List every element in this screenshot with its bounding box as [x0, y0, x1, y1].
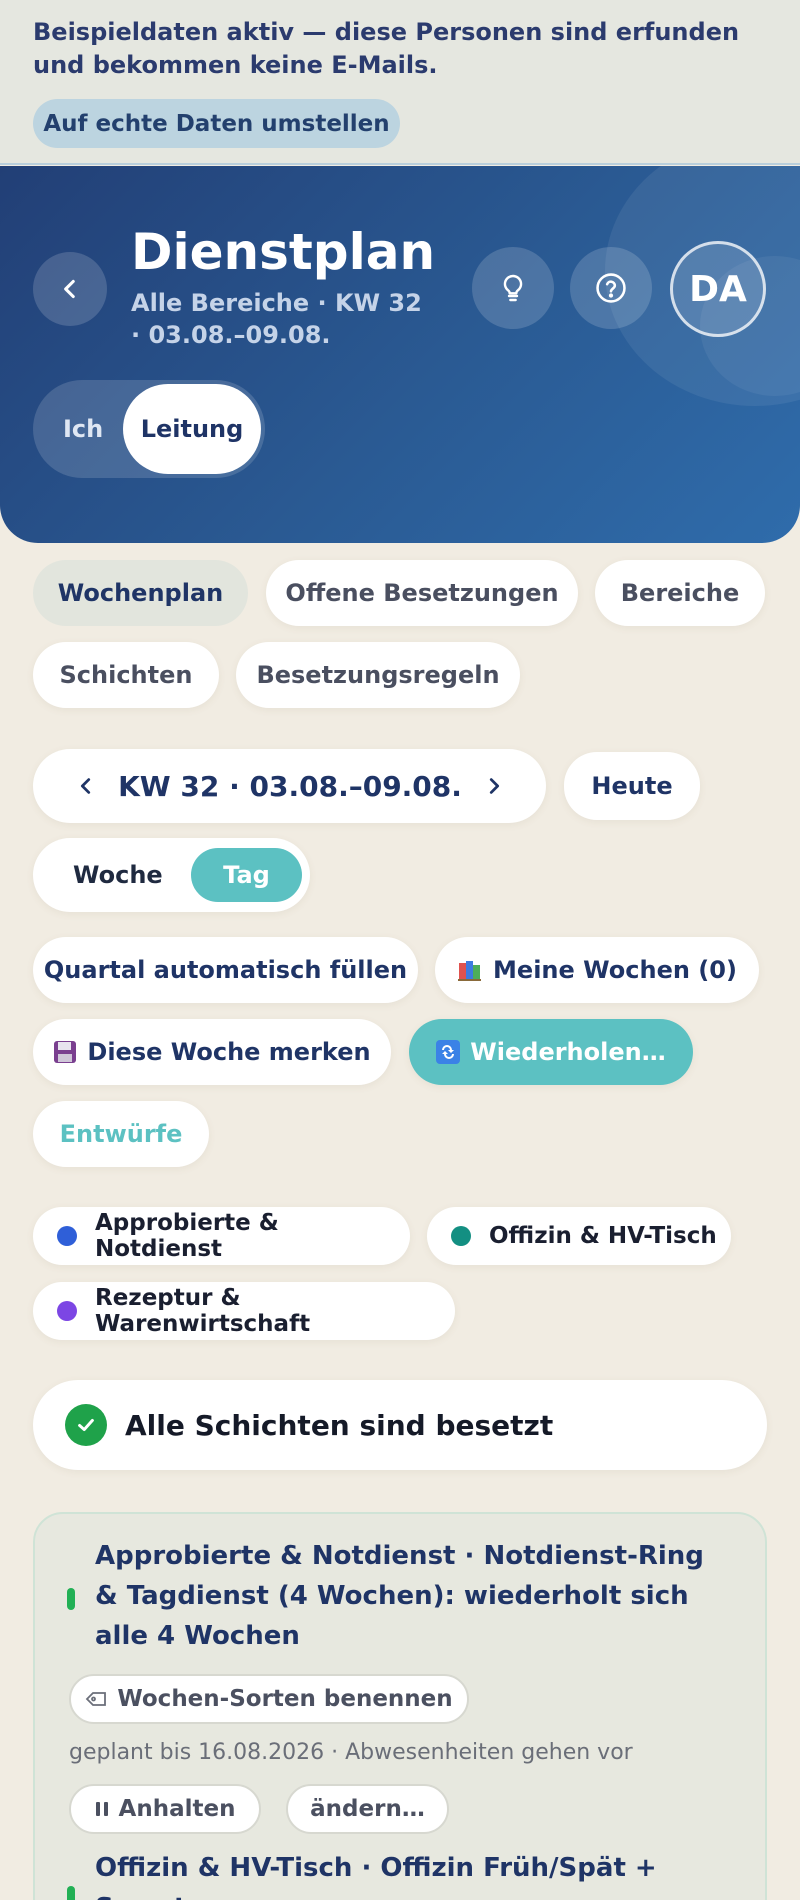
- repeat-icon: [436, 1040, 461, 1064]
- staffing-status-text: Alle Schichten sind besetzt: [125, 1408, 554, 1442]
- save-week-label: Diese Woche merken: [87, 1038, 371, 1066]
- page-subtitle: Alle Bereiche · KW 32 · 03.08.–09.08.: [131, 289, 422, 349]
- week-navigator: KW 32 · 03.08.–09.08.: [33, 749, 546, 823]
- tab-areas[interactable]: Bereiche: [595, 560, 765, 626]
- previous-week-button[interactable]: [61, 749, 111, 823]
- demo-banner-text: Beispieldaten aktiv — diese Personen sin…: [33, 18, 740, 79]
- tab-open-shifts[interactable]: Offene Besetzungen: [266, 560, 578, 626]
- current-week-label: KW 32 · 03.08.–09.08.: [118, 769, 462, 803]
- legend-label: Offizin & HV-Tisch: [489, 1223, 717, 1249]
- view-toggle: Woche Tag: [33, 838, 310, 912]
- tips-button[interactable]: [472, 247, 554, 329]
- rotation-indicator-bar: [67, 1588, 75, 1610]
- lightbulb-icon: [503, 274, 523, 302]
- rotation-title: Approbierte & Notdienst · Notdienst-Ring…: [95, 1541, 704, 1651]
- rotation-indicator-bar: [67, 1886, 75, 1900]
- tab-shifts[interactable]: Schichten: [33, 642, 219, 708]
- page-title: Dienstplan: [131, 223, 436, 281]
- role-toggle: Ich Leitung: [33, 380, 265, 478]
- fill-quarter-button[interactable]: Quartal automatisch füllen: [33, 937, 418, 1003]
- rotation-meta: geplant bis 16.08.2026 · Abwesenheiten g…: [69, 1740, 633, 1765]
- staffing-status: Alle Schichten sind besetzt: [33, 1380, 767, 1470]
- books-icon: [457, 958, 483, 982]
- edit-rotation-button[interactable]: ändern…: [286, 1784, 449, 1834]
- switch-to-real-data-button[interactable]: Auf echte Daten umstellen: [33, 99, 400, 148]
- view-option-day[interactable]: Tag: [191, 848, 302, 902]
- role-option-lead[interactable]: Leitung: [123, 384, 261, 474]
- save-week-button[interactable]: Diese Woche merken: [33, 1019, 391, 1085]
- legend-color-dot: [57, 1301, 77, 1321]
- checkmark-icon: [65, 1404, 107, 1446]
- legend-item-approbierte[interactable]: Approbierte & Notdienst: [33, 1207, 410, 1265]
- pause-rotation-label: Anhalten: [118, 1796, 236, 1822]
- back-button[interactable]: [33, 252, 107, 326]
- question-circle-icon: [596, 273, 626, 303]
- help-button[interactable]: [570, 247, 652, 329]
- legend-color-dot: [451, 1226, 471, 1246]
- rotation-card: Approbierte & Notdienst · Notdienst-Ring…: [33, 1512, 767, 1900]
- role-option-me[interactable]: Ich: [63, 380, 103, 478]
- avatar[interactable]: DA: [670, 241, 766, 337]
- name-week-types-button[interactable]: Wochen-Sorten benennen: [69, 1674, 469, 1724]
- rotation-title: Offizin & HV-Tisch · Offizin Früh/Spät +…: [95, 1853, 657, 1900]
- pause-icon: [95, 1800, 109, 1818]
- legend-item-rezeptur[interactable]: Rezeptur & Warenwirtschaft: [33, 1282, 455, 1340]
- legend-item-offizin[interactable]: Offizin & HV-Tisch: [427, 1207, 731, 1265]
- tab-weekly-plan[interactable]: Wochenplan: [33, 560, 248, 626]
- page-header: Dienstplan Alle Bereiche · KW 32 · 03.08…: [0, 166, 800, 543]
- chevron-right-icon: [489, 778, 500, 794]
- drafts-button[interactable]: Entwürfe: [33, 1101, 209, 1167]
- floppy-disk-icon: [53, 1040, 77, 1064]
- view-option-week[interactable]: Woche: [73, 838, 163, 912]
- my-weeks-label: Meine Wochen (0): [493, 956, 737, 984]
- chevron-left-icon: [64, 279, 75, 299]
- tag-label-icon: [85, 1690, 107, 1708]
- name-week-types-label: Wochen-Sorten benennen: [117, 1686, 453, 1712]
- next-week-button[interactable]: [469, 749, 519, 823]
- my-weeks-button[interactable]: Meine Wochen (0): [435, 937, 759, 1003]
- legend-label: Approbierte & Notdienst: [95, 1210, 279, 1262]
- repeat-label: Wiederholen…: [470, 1038, 666, 1066]
- chevron-left-icon: [80, 778, 91, 794]
- pause-rotation-button[interactable]: Anhalten: [69, 1784, 261, 1834]
- demo-data-banner: Beispieldaten aktiv — diese Personen sin…: [0, 0, 800, 165]
- tab-staffing-rules[interactable]: Besetzungsregeln: [236, 642, 520, 708]
- repeat-button[interactable]: Wiederholen…: [409, 1019, 693, 1085]
- legend-color-dot: [57, 1226, 77, 1246]
- legend-label: Rezeptur & Warenwirtschaft: [95, 1285, 311, 1337]
- today-button[interactable]: Heute: [564, 752, 700, 820]
